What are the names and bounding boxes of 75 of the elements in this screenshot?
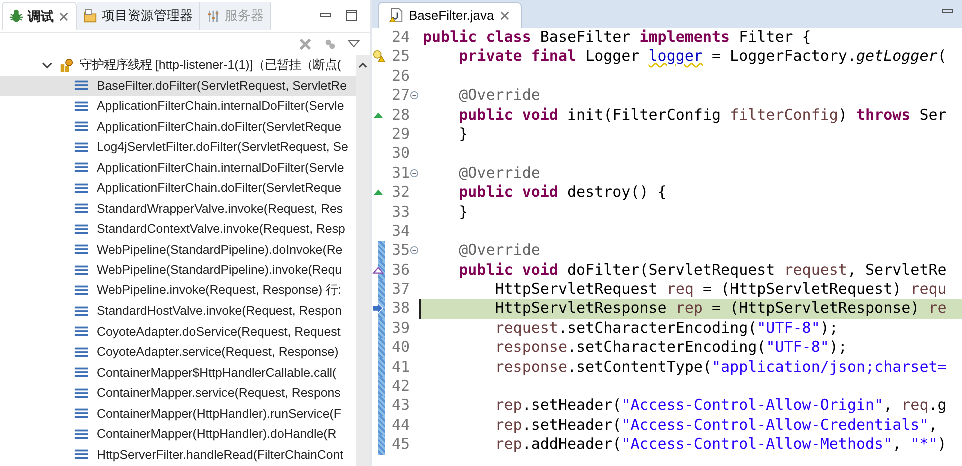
code-line: rep.addHeader("Access-Control-Allow-Methods", "*") [494, 435, 948, 455]
code-line: rep.setHeader("Access-Control-Allow-Credentials", [494, 416, 939, 436]
scrollbar[interactable] [356, 55, 370, 466]
stack-frame-item[interactable]: StandardContextValve.invoke(Request, Resp [0, 219, 356, 240]
code-line: request.setCharacterEncoding("UTF-8"); [494, 318, 840, 338]
code-line: public void destroy() { [458, 183, 668, 203]
server-icon [206, 8, 221, 24]
stack-frame-item[interactable]: ApplicationFilterChain.doFilter(ServletReque [0, 116, 356, 137]
stack-frame-item[interactable]: ApplicationFilterChain.doFilter(ServletReque [0, 178, 356, 198]
stack-frame-item[interactable]: BaseFilter.doFilter(ServletRequest, ServletRe [0, 76, 356, 96]
editor-tab[interactable]: BaseFilter.java [378, 2, 522, 28]
line-number: 40 [390, 338, 410, 358]
code-line: } [458, 202, 470, 222]
stack-frame-item[interactable]: StandardHostValve.invoke(Request, Respon [0, 301, 356, 322]
close-icon[interactable] [58, 10, 70, 22]
stack-frame-item[interactable]: ApplicationFilterChain.internalDoFilter(Servle [0, 158, 356, 178]
collapse-icon[interactable] [410, 168, 419, 178]
code-line: @Override [458, 164, 542, 184]
line-number: 30 [390, 144, 410, 164]
collapse-icon[interactable] [410, 246, 419, 256]
stack-frame-item[interactable]: WebPipeline(StandardPipeline).invoke(Requ [0, 260, 356, 280]
line-number: 43 [390, 396, 410, 416]
stack-frame-item[interactable]: Log4jServletFilter.doFilter(ServletRequest, Se [0, 137, 356, 158]
line-number: 28 [390, 106, 410, 125]
stack-frame-item[interactable]: ContainerMapper.service(Request, Respons [0, 383, 356, 404]
stack-frame-item[interactable]: StandardWrapperValve.invoke(Request, Res [0, 198, 356, 219]
stack-frame-item[interactable]: WebPipeline.invoke(Request, Response) 行: [0, 280, 356, 301]
line-number: 24 [390, 28, 410, 48]
maximize-icon[interactable] [346, 10, 358, 22]
folder-icon [83, 8, 98, 24]
code-line: rep.setHeader("Access-Control-Allow-Origin", req.g [494, 396, 948, 416]
code-line: } [458, 124, 470, 144]
bug-icon [9, 9, 24, 24]
line-number: 42 [390, 377, 410, 396]
stack-frame-item[interactable]: ContainerMapper(HttpHandler).doHandle(R [0, 424, 356, 444]
view-tab[interactable]: 调试 [2, 2, 77, 30]
line-number: 27 [390, 86, 410, 106]
dropdown-icon[interactable] [348, 38, 360, 50]
line-number: 26 [390, 66, 410, 86]
stack-frame-item[interactable]: HttpServerFilter.handleRead(FilterChainCont [0, 444, 356, 465]
line-number: 29 [390, 124, 410, 144]
view-tab[interactable]: 项目资源管理器 [77, 2, 200, 30]
stack-frame-item[interactable]: ContainerMapper$HttpHandlerCallable.call( [0, 362, 356, 383]
code-line: response.setCharacterEncoding("UTF-8"); [494, 338, 848, 358]
line-number: 25 [390, 47, 410, 67]
java-file-icon [389, 8, 404, 23]
line-number: 36 [390, 260, 410, 280]
code-line: private final Logger logger = LoggerFactory.getLogger( [458, 47, 948, 67]
line-number: 37 [390, 280, 410, 300]
code-line: @Override [458, 86, 542, 106]
line-number: 44 [390, 416, 410, 436]
code-line: public void init(FilterConfig filterConfig) throws Ser [458, 106, 948, 125]
stack-frame-item[interactable]: CoyoteAdapter.service(Request, Response) [0, 342, 356, 362]
collapse-icon[interactable] [410, 91, 419, 100]
line-number: 33 [390, 202, 410, 222]
stack-frame-item[interactable]: ContainerMapper(HttpHandler).runService(F [0, 404, 356, 424]
code-line: public void doFilter(ServletRequest request, ServletRe [458, 260, 948, 280]
thread-label[interactable]: 守护程序线程 [http-listener-1(1)]（已暂挂（断点( [80, 56, 342, 74]
stack-frame-item[interactable]: WebPipeline(StandardPipeline).doInvoke(Re [0, 240, 356, 260]
line-number: 31 [390, 164, 410, 184]
line-number: 45 [390, 435, 410, 455]
line-number: 35 [390, 241, 410, 261]
code-line: @Override [458, 241, 542, 261]
code-line: HttpServletRequest req = (HttpServletRequest) requ [494, 280, 948, 300]
code-line: response.setContentType("application/json;charset= [494, 358, 948, 378]
close-icon[interactable] [499, 10, 512, 22]
stack-frame-item[interactable]: ApplicationFilterChain.internalDoFilter(Servle [0, 96, 356, 116]
code-line: public class BaseFilter implements Filter { [422, 28, 812, 48]
line-number: 34 [390, 222, 410, 242]
line-number: 32 [390, 183, 410, 203]
line-number: 38 [390, 299, 410, 319]
line-number: 39 [390, 318, 410, 338]
stack-frame-item[interactable]: CoyoteAdapter.doService(Request, Request [0, 322, 356, 342]
line-number: 41 [390, 358, 410, 378]
thread-icon [59, 58, 74, 73]
